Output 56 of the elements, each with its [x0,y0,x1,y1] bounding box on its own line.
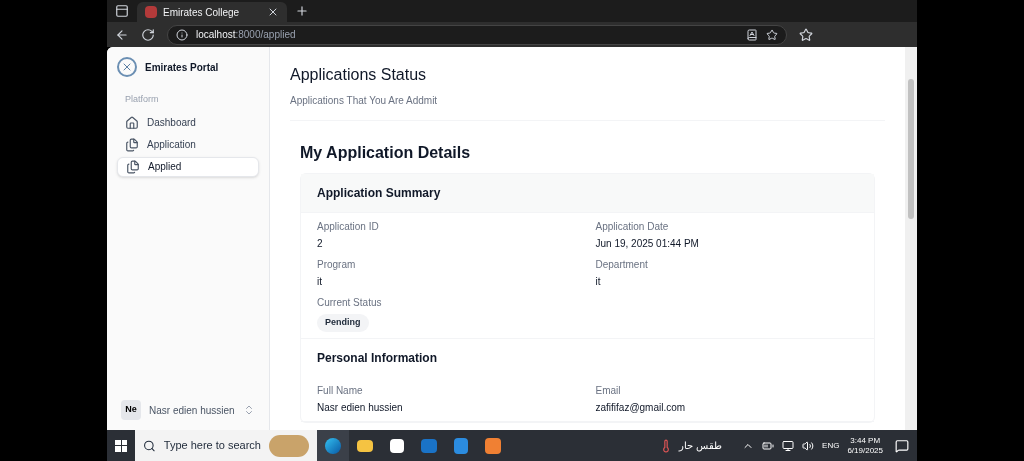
close-icon[interactable] [267,6,279,18]
field-value: Nasr edien hussien [317,400,404,415]
notification-icon[interactable] [895,438,909,453]
tab-actions-icon[interactable] [115,4,129,18]
status-badge: Pending [317,314,369,332]
section-title: Personal Information [316,349,439,367]
avatar: Ne [121,400,141,420]
nav-item[interactable]: Application [117,134,259,155]
volume-icon[interactable] [802,439,815,452]
field-value: it [595,275,602,289]
nav-item[interactable]: Dashboard [117,112,259,133]
field-value: Jun 19, 2025 01:44 PM [595,237,700,251]
files-icon [125,137,139,152]
clock-time: 3:44 PM [850,435,881,446]
field-label: Current Status [317,296,383,310]
page-subtitle: Applications That You Are Addmit [290,94,439,108]
home-icon [125,115,139,130]
field-value: 2 [317,237,324,251]
weather-text: طقس حار [679,439,723,453]
brand-name: Emirates Portal [145,60,219,75]
user-name: Nasr edien hussien [149,403,235,418]
field-label: Department [595,258,649,272]
reload-icon[interactable] [141,27,155,42]
back-icon[interactable] [115,27,129,42]
section-title: Application Summary [301,174,874,213]
widget-picture [269,434,309,457]
new-tab-icon[interactable] [295,4,309,18]
network-icon[interactable] [782,439,795,452]
field-label: Full Name [317,383,364,398]
page-title: Applications Status [290,65,428,85]
section-label: Platform [124,93,160,106]
address-bar[interactable]: localhost:8000/applied [167,24,787,45]
info-icon [176,28,188,41]
scrollbar[interactable] [905,47,917,430]
nav-item[interactable]: Applied [117,156,259,177]
chevrons-icon [243,404,255,416]
browser-tab[interactable]: Emirates College [137,2,287,22]
language-indicator[interactable]: ENG [822,439,840,452]
search-icon [143,438,156,453]
details-heading: My Application Details [299,143,472,163]
battery-icon[interactable] [762,439,775,452]
field-label: Program [317,258,357,272]
clock[interactable]: 3:44 PM 6/19/2025 [847,435,883,456]
field-value: it [317,275,323,289]
portal-logo-icon [117,57,137,77]
field-value: zafififaz@gmail.com [595,400,687,415]
clock-date: 6/19/2025 [847,445,883,456]
field-label: Application Date [595,220,670,234]
user-menu[interactable]: Ne Nasr edien hussien [117,400,259,420]
field-label: Email [595,383,622,398]
college-logo-icon [145,6,157,18]
files-icon [126,159,140,174]
favorite-star-icon[interactable] [766,28,778,41]
favorites-icon[interactable] [799,27,813,42]
field-label: Application ID [317,220,380,234]
search-field[interactable]: Type here to search [135,430,317,461]
